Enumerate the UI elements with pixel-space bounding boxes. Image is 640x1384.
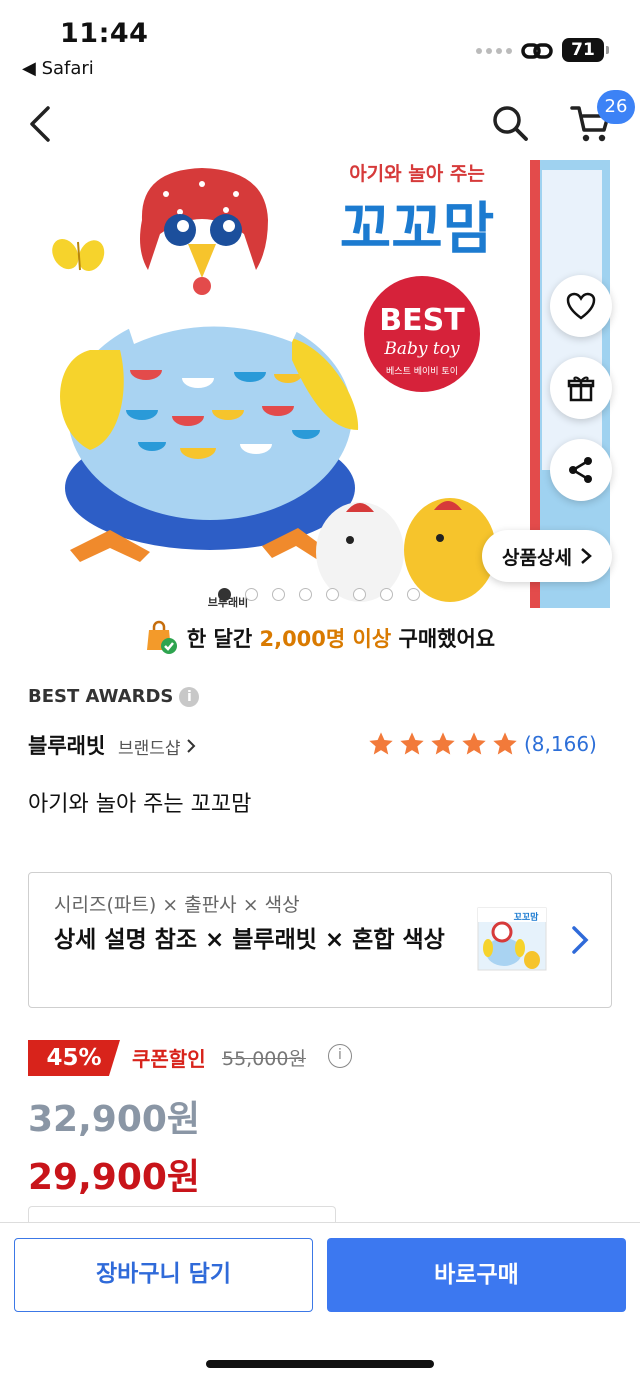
gift-button[interactable]: [550, 357, 612, 419]
option-thumbnail: 꼬꼬맘: [474, 904, 550, 974]
awards-text: BEST AWARDS: [28, 686, 174, 707]
notice-suffix: 구매했어요: [391, 627, 496, 651]
info-icon[interactable]: i: [179, 686, 200, 707]
star-icon: [369, 732, 393, 755]
signal-icon: [476, 48, 512, 54]
star-icon: [431, 732, 455, 755]
carousel-dot[interactable]: [353, 588, 366, 601]
brand-shop-link[interactable]: 브랜드샵: [118, 734, 196, 759]
link-icon: [520, 38, 554, 68]
carousel-dot[interactable]: [380, 588, 393, 601]
svg-text:베스트 베이비 토이: 베스트 베이비 토이: [386, 366, 458, 377]
carousel-dot[interactable]: [299, 588, 312, 601]
coupon-price: 29,900원: [28, 1157, 201, 1198]
back-arrow-icon[interactable]: [26, 104, 54, 148]
status-time: 11:44: [60, 18, 149, 49]
original-price: 55,000원: [222, 1048, 306, 1070]
product-detail-button[interactable]: 상품상세: [482, 530, 612, 582]
chevron-right-icon[interactable]: [570, 924, 592, 960]
heart-icon: [566, 292, 596, 320]
carousel-pagination: [218, 588, 420, 601]
brand-shop-label: 브랜드샵: [118, 739, 181, 759]
purchase-count-notice: 한 달간 2,000명 이상 구매했어요: [0, 618, 640, 658]
buy-now-button[interactable]: 바로구매: [327, 1238, 626, 1312]
discount-badge: 45%: [28, 1040, 120, 1076]
hero-headline-big: 꼬꼬맘: [340, 197, 495, 262]
coupon-discount-label: 쿠폰할인: [132, 1047, 206, 1071]
star-icon: [462, 732, 486, 755]
star-icon: [400, 732, 424, 755]
star-icon: [493, 732, 517, 755]
cart-count-badge: 26: [597, 90, 635, 124]
carousel-dot[interactable]: [407, 588, 420, 601]
svg-text:꼬꼬맘: 꼬꼬맘: [514, 912, 540, 923]
add-to-cart-button[interactable]: 장바구니 담기: [14, 1238, 313, 1312]
back-to-app-link[interactable]: ◀ Safari: [22, 58, 94, 79]
share-button[interactable]: [550, 439, 612, 501]
info-icon[interactable]: i: [328, 1044, 352, 1068]
chevron-right-icon: [581, 548, 592, 564]
product-detail-label: 상품상세: [502, 546, 572, 569]
carousel-dot[interactable]: [218, 588, 231, 601]
search-icon[interactable]: [490, 103, 530, 147]
home-indicator[interactable]: [206, 1360, 434, 1368]
best-baby-toy-badge: BEST Baby toy 베스트 베이비 토이: [364, 276, 480, 392]
option-label: 시리즈(파트) × 출판사 × 색상: [54, 894, 300, 916]
product-title: 아기와 놀아 주는 꼬꼬맘: [28, 792, 252, 817]
review-count-link[interactable]: (8,166): [524, 732, 597, 756]
best-awards-label[interactable]: BEST AWARDS i: [28, 686, 200, 707]
shopping-bag-check-icon: [146, 620, 177, 654]
notice-highlight: 2,000명 이상: [259, 627, 392, 651]
carousel-dot[interactable]: [326, 588, 339, 601]
carousel-dot[interactable]: [272, 588, 285, 601]
battery-icon: 71: [562, 38, 609, 62]
rating-stars: [366, 730, 520, 758]
share-icon: [569, 457, 592, 483]
sale-price: 32,900원: [28, 1099, 201, 1140]
brand-name[interactable]: 블루래빗: [28, 730, 105, 760]
option-value: 상세 설명 참조 × 블루래빗 × 혼합 색상: [54, 927, 445, 953]
carousel-dot[interactable]: [245, 588, 258, 601]
hero-headline-small: 아기와 놀아 주는: [349, 163, 485, 185]
notice-prefix: 한 달간: [186, 627, 260, 651]
wishlist-heart-button[interactable]: [550, 275, 612, 337]
gift-icon: [567, 376, 595, 402]
chevron-right-icon: [187, 739, 196, 753]
svg-text:Baby toy: Baby toy: [383, 339, 460, 359]
svg-text:BEST: BEST: [379, 303, 465, 338]
